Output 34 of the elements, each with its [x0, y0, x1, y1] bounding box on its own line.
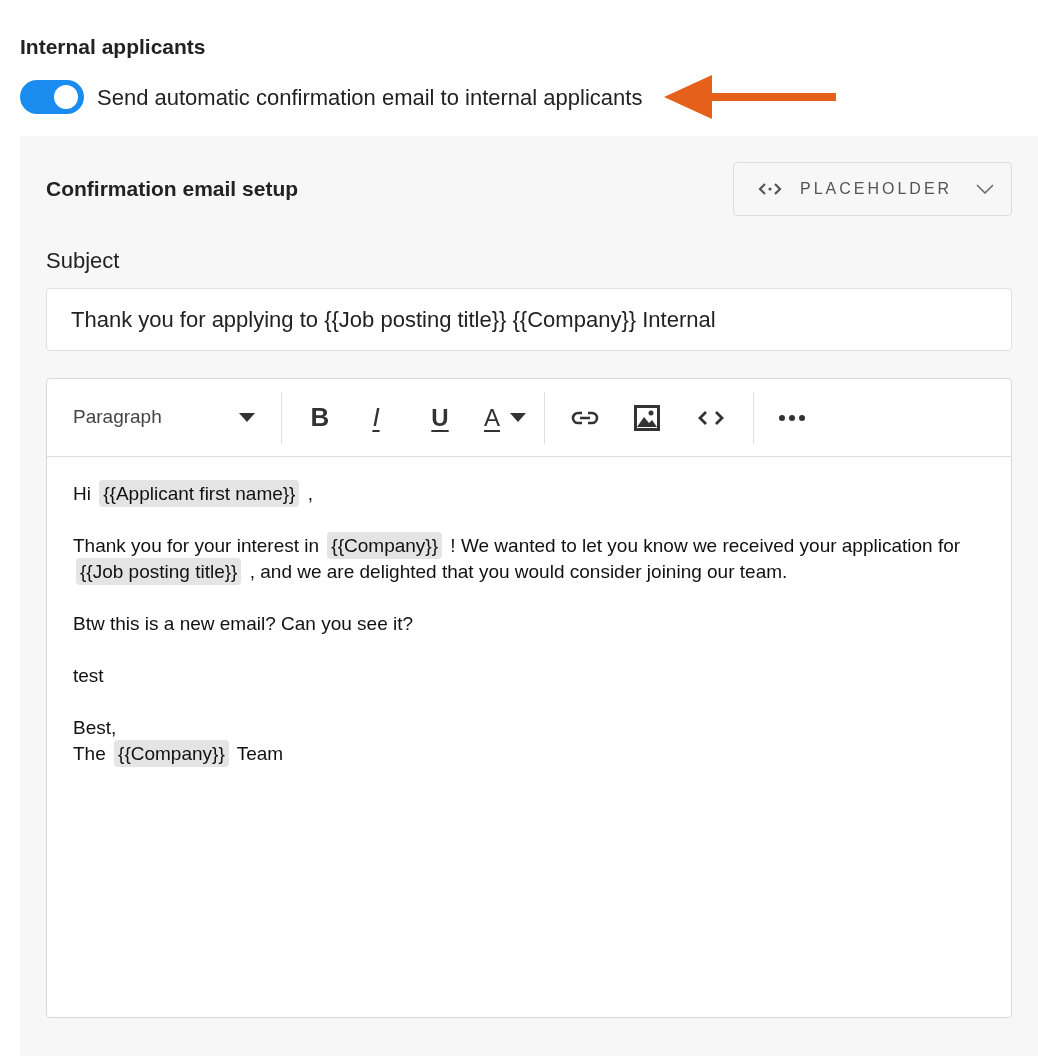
link-icon: [571, 409, 599, 426]
body-text: Hi: [73, 483, 91, 504]
toggle-label: Send automatic confirmation email to internal applicants: [97, 83, 643, 112]
body-text: Btw this is a new email? Can you see it?: [73, 613, 414, 634]
body-text: The: [73, 743, 106, 764]
body-text: Thank you for your interest in: [73, 535, 320, 556]
code-icon: [758, 182, 782, 196]
subject-field[interactable]: Thank you for applying to {{Job posting title}} {{Company}} Internal: [46, 288, 1012, 351]
section-title: Internal applicants: [20, 34, 206, 60]
paragraph-dropdown[interactable]: Paragraph: [57, 392, 271, 443]
image-icon: [634, 404, 660, 431]
caret-icon: [510, 413, 526, 422]
text-color-button[interactable]: A: [476, 392, 534, 443]
body-text: Team: [236, 743, 284, 764]
chevron-down-icon: [976, 184, 995, 194]
placeholder-tag: {{Company}}: [327, 532, 443, 559]
placeholder-dropdown[interactable]: PLACEHOLDER: [733, 162, 1012, 216]
body-text: ,: [307, 483, 314, 504]
placeholder-tag: {{Job posting title}}: [76, 558, 242, 585]
bold-button[interactable]: B: [292, 392, 348, 443]
toggle-switch[interactable]: [20, 80, 84, 114]
body-text: ! We wanted to let you know we received your application for: [450, 535, 961, 556]
body-text: Best,: [73, 717, 117, 738]
code-icon: [698, 409, 724, 426]
subject-label: Subject: [46, 247, 120, 275]
body-text: , and we are delighted that you would consider joining our team.: [249, 561, 788, 582]
caret-icon: [239, 413, 255, 422]
italic-button[interactable]: I: [348, 392, 404, 443]
underline-button[interactable]: U: [404, 392, 476, 443]
placeholder-tag: {{Company}}: [114, 740, 229, 767]
placeholder-tag: {{Applicant first name}}: [99, 480, 300, 507]
more-icon: [779, 414, 805, 421]
panel-title: Confirmation email setup: [46, 176, 299, 203]
body-text: test: [73, 665, 104, 686]
